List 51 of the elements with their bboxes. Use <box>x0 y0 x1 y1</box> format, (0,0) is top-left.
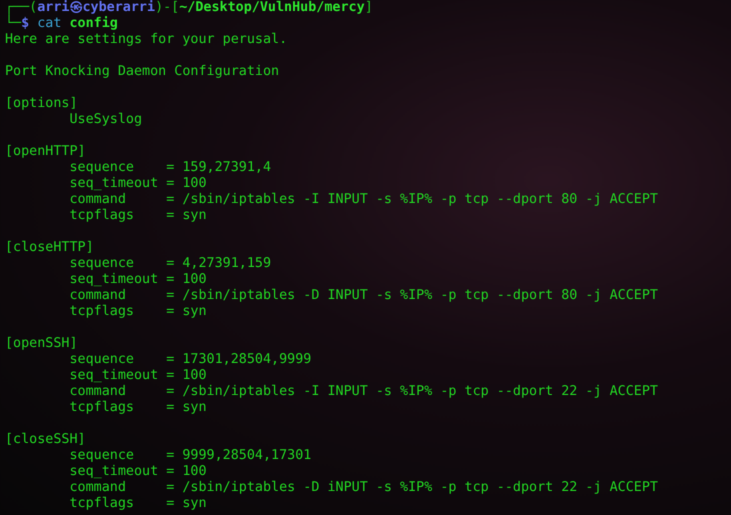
section-header: [closeHTTP] <box>5 240 94 256</box>
prompt-frame: └─ <box>5 16 22 32</box>
setting-key: seq_timeout <box>69 368 158 383</box>
output-line: Port Knocking Daemon Configuration <box>5 64 280 80</box>
prompt-symbol: $ <box>21 16 30 32</box>
section-header: [openHTTP] <box>5 144 86 160</box>
setting-key: sequence <box>69 448 134 463</box>
setting-value: = syn <box>166 400 207 416</box>
setting-key: tcpflags <box>69 208 134 223</box>
output-line: Here are settings for your perusal. <box>5 32 288 48</box>
command-argument: config <box>70 16 118 32</box>
setting-value: = syn <box>166 208 207 224</box>
setting-key: tcpflags <box>69 400 134 415</box>
setting-key: command <box>69 384 126 399</box>
setting-key: tcpflags <box>69 304 134 319</box>
setting-key: sequence <box>69 160 134 175</box>
setting-value: = 100 <box>166 176 207 192</box>
section-header: [closeSSH] <box>5 432 86 448</box>
setting-value: = /sbin/iptables -I INPUT -s %IP% -p tcp --dport 80 -j ACCEPT <box>166 192 658 208</box>
setting-value: = 100 <box>166 272 207 288</box>
setting-key: tcpflags <box>69 496 134 511</box>
setting-key: seq_timeout <box>69 176 158 191</box>
setting-value: = 17301,28504,9999 <box>166 352 312 368</box>
setting-key: command <box>69 288 126 303</box>
setting-key: sequence <box>69 256 134 271</box>
setting-value: = syn <box>166 496 207 512</box>
setting-value: = 9999,28504,17301 <box>166 448 312 464</box>
prompt-path: ~/Desktop/VulnHub/mercy <box>179 0 365 16</box>
setting-key: seq_timeout <box>69 272 158 287</box>
setting-value: = /sbin/iptables -D INPUT -s %IP% -p tcp --dport 80 -j ACCEPT <box>166 288 658 304</box>
prompt-bracket: )-[ <box>155 0 180 16</box>
option-entry: UseSyslog <box>69 112 142 128</box>
setting-value: = syn <box>166 304 207 320</box>
prompt-at-symbol: ㉿ <box>70 0 82 16</box>
prompt-frame: ┌──( <box>5 0 38 16</box>
setting-value: = 4,27391,159 <box>166 256 272 272</box>
prompt-bracket: ] <box>364 0 373 16</box>
setting-key: sequence <box>69 352 134 367</box>
setting-value: = 100 <box>166 368 207 384</box>
setting-key: command <box>69 480 126 495</box>
prompt-host: cyberarri <box>82 0 156 16</box>
prompt-user: arri <box>37 0 70 16</box>
setting-value: = /sbin/iptables -D iNPUT -s %IP% -p tcp --dport 22 -j ACCEPT <box>166 480 658 496</box>
section-header: [options] <box>5 96 78 112</box>
command-text: cat <box>37 16 62 32</box>
section-header: [openSSH] <box>5 336 78 352</box>
setting-value: = 100 <box>166 464 207 480</box>
setting-key: seq_timeout <box>69 464 158 479</box>
setting-value: = /sbin/iptables -I INPUT -s %IP% -p tcp --dport 22 -j ACCEPT <box>166 384 658 400</box>
setting-value: = 159,27391,4 <box>166 160 272 176</box>
setting-key: command <box>69 192 126 207</box>
